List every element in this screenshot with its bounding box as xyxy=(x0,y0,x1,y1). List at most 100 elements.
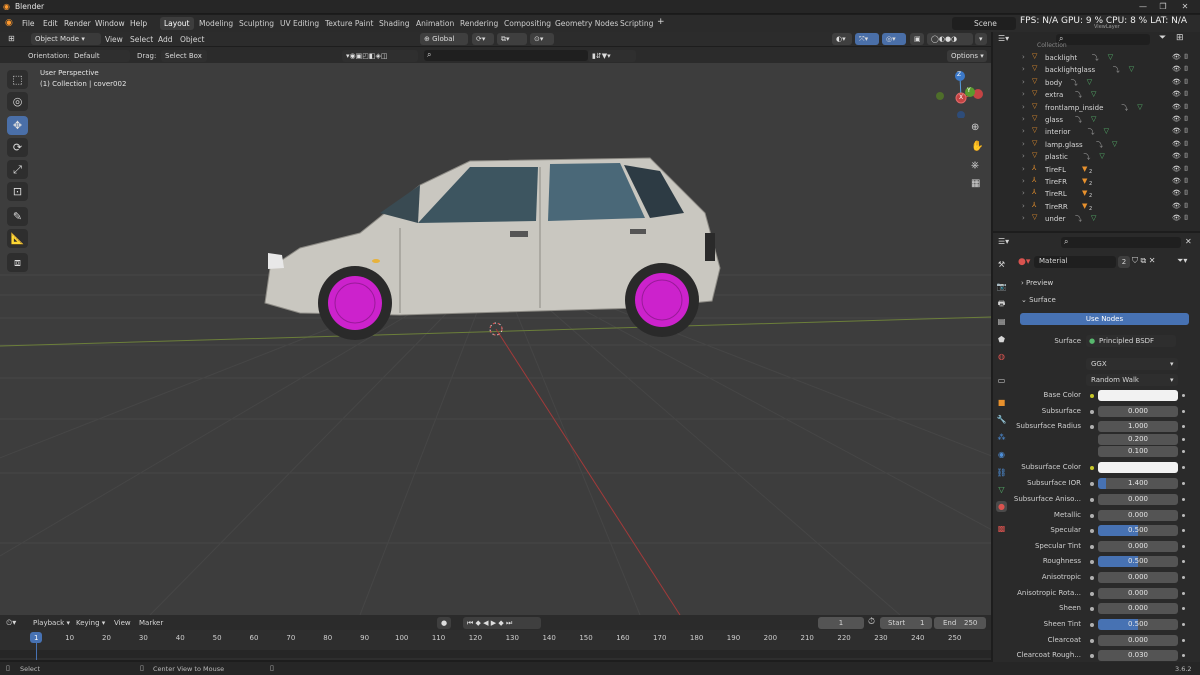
output-props-tab-icon[interactable]: 🖶 xyxy=(996,298,1007,309)
eye-icon[interactable]: 👁 xyxy=(1172,53,1181,61)
expand-arrow-icon[interactable]: › xyxy=(1022,202,1025,210)
viewport-filter-icons[interactable]: ▾◉▣◰◧◈◫ xyxy=(342,50,418,62)
menu-view[interactable]: View xyxy=(105,35,123,44)
camera-icon[interactable]: ⌷ xyxy=(1184,202,1188,211)
value-field[interactable]: 0.100 xyxy=(1098,446,1178,457)
socket-icon[interactable] xyxy=(1090,623,1094,627)
preview-panel-header[interactable]: › Preview xyxy=(1021,279,1053,287)
value-field[interactable]: 1.400 xyxy=(1098,478,1178,489)
outliner-item[interactable]: › ▽ extra ⤵ ▽ 👁 ⌷ xyxy=(1018,89,1198,102)
pin-icon[interactable]: ✕ xyxy=(1185,237,1192,246)
outliner-item[interactable]: › ⅄ TireRL ▼ 2 👁 ⌷ xyxy=(1018,188,1198,201)
socket-icon[interactable] xyxy=(1090,639,1094,643)
bookmark-filter-icons[interactable]: ▮⇵▼▾ xyxy=(588,50,636,62)
keyframe-dot-icon[interactable] xyxy=(1182,529,1185,532)
keyframe-dot-icon[interactable] xyxy=(1182,466,1185,469)
navigation-gizmo[interactable]: Z Y X xyxy=(930,68,988,119)
keyframe-dot-icon[interactable] xyxy=(1182,576,1185,579)
expand-arrow-icon[interactable]: › xyxy=(1022,152,1025,160)
camera-icon[interactable]: ⌷ xyxy=(1184,103,1188,112)
camera-icon[interactable]: ⌷ xyxy=(1184,177,1188,186)
value-field[interactable]: 0.000 xyxy=(1098,541,1178,552)
node-link-icon[interactable]: ⏷▾ xyxy=(1177,256,1187,266)
keyframe-dot-icon[interactable] xyxy=(1182,654,1185,657)
outliner-item[interactable]: › ▽ backlight ⤵ ▽ 👁 ⌷ xyxy=(1018,52,1198,65)
value-field[interactable]: 0.000 xyxy=(1098,635,1178,646)
keyframe-dot-icon[interactable] xyxy=(1182,592,1185,595)
menu-window[interactable]: Window xyxy=(95,19,125,28)
zoom-view-icon[interactable]: ⊕ xyxy=(971,122,979,133)
tab-rendering[interactable]: Rendering xyxy=(456,17,502,30)
socket-icon[interactable] xyxy=(1090,529,1094,533)
add-workspace-icon[interactable]: + xyxy=(657,17,665,27)
eye-icon[interactable]: 👁 xyxy=(1172,140,1181,148)
tab-compositing[interactable]: Compositing xyxy=(500,17,555,30)
timeline-scrubber-track[interactable] xyxy=(0,650,991,658)
socket-icon[interactable] xyxy=(1090,592,1094,596)
outliner-item[interactable]: › ▽ frontlamp_inside ⤵ ▽ 👁 ⌷ xyxy=(1018,102,1198,115)
eye-icon[interactable]: 👁 xyxy=(1172,152,1181,160)
subsurface-method-dropdown[interactable]: Random Walk ▾ xyxy=(1086,374,1178,386)
tab-layout[interactable]: Layout xyxy=(160,17,194,30)
playback-controls[interactable]: ⏮ ◆ ◀ ▶ ◆ ⏭ xyxy=(463,617,541,629)
expand-arrow-icon[interactable]: › xyxy=(1022,177,1025,185)
tool-props-tab-icon[interactable]: ⚒ xyxy=(996,259,1007,270)
socket-icon[interactable] xyxy=(1090,425,1094,429)
value-field[interactable]: 0.500 xyxy=(1098,619,1178,630)
eye-icon[interactable]: 👁 xyxy=(1172,177,1181,185)
properties-search-input[interactable]: ⌕ xyxy=(1061,237,1181,248)
editor-type-icon[interactable]: ⊞ xyxy=(8,34,15,43)
color-swatch[interactable] xyxy=(1098,390,1178,401)
menu-render[interactable]: Render xyxy=(64,19,91,28)
end-frame-field[interactable]: End 250 xyxy=(934,617,986,629)
value-field[interactable]: 0.200 xyxy=(1098,434,1178,445)
pan-view-icon[interactable]: ✋ xyxy=(971,141,983,152)
view-layer-tab-icon[interactable]: ▤ xyxy=(996,316,1007,327)
eye-icon[interactable]: 👁 xyxy=(1172,115,1181,123)
view-layer-name[interactable]: ViewLayer xyxy=(1094,24,1120,30)
menu-select[interactable]: Select xyxy=(130,35,153,44)
outliner-item[interactable]: › ▽ glass ⤵ ▽ 👁 ⌷ xyxy=(1018,114,1198,127)
render-props-tab-icon[interactable]: 📷 xyxy=(996,281,1007,292)
preview-range-icon[interactable]: ⏱ xyxy=(868,617,875,627)
outliner-item[interactable]: › ▽ under ⤵ ▽ 👁 ⌷ xyxy=(1018,213,1198,226)
proportional-edit-icon[interactable]: ⊙▾ xyxy=(530,33,554,45)
collection-tab-icon[interactable]: ▭ xyxy=(996,375,1007,386)
tab-geometry-nodes[interactable]: Geometry Nodes xyxy=(551,17,622,30)
camera-view-icon[interactable]: ⎈ xyxy=(971,160,979,171)
timeline-editor-icon[interactable]: ⏲▾ xyxy=(6,618,16,628)
camera-icon[interactable]: ⌷ xyxy=(1184,140,1188,149)
overlay-toggle-icon[interactable]: ◎▾ xyxy=(882,33,906,45)
camera-icon[interactable]: ⌷ xyxy=(1184,189,1188,198)
value-field[interactable]: 0.000 xyxy=(1098,406,1178,417)
fake-user-icon[interactable]: ⛉ ⧉ ✕ xyxy=(1132,256,1156,266)
socket-icon[interactable] xyxy=(1090,410,1094,414)
socket-icon[interactable] xyxy=(1090,514,1094,518)
eye-icon[interactable]: 👁 xyxy=(1172,103,1181,111)
eye-icon[interactable]: 👁 xyxy=(1172,214,1181,222)
timeline-view-menu[interactable]: View xyxy=(114,619,131,627)
drag-dropdown[interactable]: Select Box xyxy=(161,50,207,62)
outliner-item[interactable]: › ▽ interior ⤵ ▽ 👁 ⌷ xyxy=(1018,126,1198,139)
keyframe-dot-icon[interactable] xyxy=(1182,425,1185,428)
value-field[interactable]: 0.000 xyxy=(1098,572,1178,583)
keyframe-dot-icon[interactable] xyxy=(1182,623,1185,626)
value-field[interactable]: 0.500 xyxy=(1098,525,1178,536)
expand-arrow-icon[interactable]: › xyxy=(1022,103,1025,111)
tab-uv-editing[interactable]: UV Editing xyxy=(276,17,323,30)
orientation-dropdown[interactable]: Default xyxy=(70,50,130,62)
keyframe-dot-icon[interactable] xyxy=(1182,438,1185,441)
scene-selector[interactable]: Scene xyxy=(952,17,1016,30)
value-field[interactable]: 0.500 xyxy=(1098,556,1178,567)
eye-icon[interactable]: 👁 xyxy=(1172,65,1181,73)
socket-icon[interactable] xyxy=(1090,560,1094,564)
tab-shading[interactable]: Shading xyxy=(375,17,413,30)
close-icon[interactable]: ✕ xyxy=(1178,1,1192,13)
socket-icon[interactable] xyxy=(1090,394,1094,398)
color-swatch[interactable] xyxy=(1098,462,1178,473)
socket-icon[interactable] xyxy=(1090,545,1094,549)
value-field[interactable]: 1.000 xyxy=(1098,421,1178,432)
value-field[interactable]: 0.000 xyxy=(1098,494,1178,505)
outliner-search-input[interactable]: ⌕ xyxy=(1056,34,1150,45)
eye-icon[interactable]: 👁 xyxy=(1172,202,1181,210)
